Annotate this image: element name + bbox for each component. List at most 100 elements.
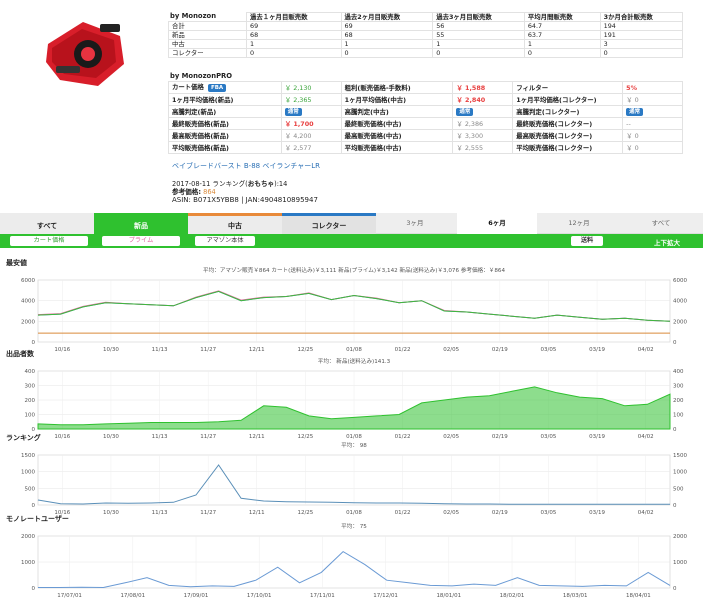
cart-price-filter[interactable]: カート価格 <box>10 236 88 246</box>
shipping-toggle[interactable]: 送料 <box>571 236 603 246</box>
pro-value: 通常 <box>452 105 514 118</box>
y-tick-label: 0 <box>32 427 36 433</box>
status-badge: 通常 <box>456 108 474 116</box>
tab-1[interactable]: 新品 <box>94 213 188 234</box>
pro-value: 通常 <box>280 105 342 118</box>
x-tick-label: 01/22 <box>395 510 411 516</box>
table-cell: 1 <box>523 39 601 49</box>
pro-label: 1ヶ月平均価格(新品) <box>168 93 282 106</box>
y-tick-label: 400 <box>673 369 684 375</box>
y-tick-label: 6000 <box>21 278 35 284</box>
x-tick-label: 03/19 <box>589 434 605 440</box>
table-cell: 194 <box>599 21 684 31</box>
product-title-link[interactable]: ベイブレードバースト B-88 ベイランチャーLR <box>172 161 320 171</box>
table-row: 合計 69 69 56 64.7 194 <box>168 21 684 31</box>
condition-tab-bar: すべて 新品 中古 コレクター 3ヶ月 6ヶ月 12ヶ月 すべて <box>0 213 703 234</box>
y-tick-label: 200 <box>673 398 684 404</box>
x-tick-label: 12/11 <box>249 510 265 516</box>
x-tick-label: 11/27 <box>200 434 216 440</box>
x-tick-label: 17/07/01 <box>57 593 82 599</box>
x-tick-label: 01/08 <box>346 434 362 440</box>
pro-label: 最終販売価格(新品) <box>168 117 282 130</box>
pro-label: 最高販売価格(中古) <box>340 129 454 142</box>
table-cell: 0 <box>340 48 434 58</box>
x-tick-label: 12/25 <box>297 510 313 516</box>
header-cell: 平均月間販売数 <box>523 12 601 22</box>
pro-value: ￥ 2,577 <box>280 141 342 154</box>
range-option[interactable]: 12ヶ月 <box>539 213 619 234</box>
range-selector: 3ヶ月 6ヶ月 12ヶ月 すべて <box>375 213 703 234</box>
x-tick-label: 11/27 <box>200 510 216 516</box>
x-tick-label: 17/10/01 <box>247 593 272 599</box>
y-tick-label: 300 <box>25 384 36 390</box>
x-tick-label: 02/05 <box>443 510 459 516</box>
y-tick-label: 500 <box>25 486 36 492</box>
chart-subtitle: 平均： 新品(送料込み)141.3 <box>318 357 391 365</box>
table-cell: 3 <box>599 39 684 49</box>
pro-label: 高騰判定(中古) <box>340 105 454 118</box>
table-cell: 56 <box>432 21 525 31</box>
table-row: 中古 1 1 1 1 3 <box>168 39 684 49</box>
table-cell: 69 <box>246 21 342 31</box>
y-tick-label: 2000 <box>21 319 35 325</box>
table-row: 高騰判定(新品) 通常 高騰判定(中古) 通常 高騰判定(コレクター) 通常 <box>168 105 683 118</box>
chart-subtitle: 平均： 75 <box>341 522 367 530</box>
amazon-filter[interactable]: アマゾン本体 <box>195 236 255 246</box>
table-cell: 0 <box>246 48 342 58</box>
tab-0[interactable]: すべて <box>0 213 94 234</box>
charts-area: 最安値平均：アマゾン販売￥864 カート(送料込み)￥3,111 新品(プライム… <box>6 258 687 599</box>
table-cell: 1 <box>246 39 342 49</box>
range-option[interactable]: 3ヶ月 <box>375 213 455 234</box>
chart-title: ランキング <box>6 433 41 442</box>
tab-3[interactable]: コレクター <box>282 213 376 234</box>
y-tick-label: 300 <box>673 384 684 390</box>
tab-2[interactable]: 中古 <box>188 213 282 234</box>
zoom-toggle[interactable]: 上下拡大 <box>654 237 680 247</box>
pro-label: 高騰判定(コレクター) <box>512 105 624 118</box>
table-cell: 191 <box>599 30 684 40</box>
y-tick-label: 100 <box>25 413 36 419</box>
y-tick-label: 6000 <box>673 278 687 284</box>
header-cell: 過去１ヶ月目販売数 <box>246 12 342 22</box>
y-tick-label: 2000 <box>673 319 687 325</box>
status-badge: 通常 <box>284 108 302 116</box>
x-tick-label: 17/08/01 <box>120 593 145 599</box>
table-cell: 1 <box>432 39 525 49</box>
table-cell: 63.7 <box>523 30 601 40</box>
range-option[interactable]: すべて <box>621 213 701 234</box>
table-cell: 55 <box>432 30 525 40</box>
x-tick-label: 11/13 <box>152 434 168 440</box>
header-cell: 過去2ヶ月目販売数 <box>340 12 434 22</box>
pro-label: カート価格 FBA <box>168 81 282 94</box>
row-label: 合計 <box>168 21 247 31</box>
x-tick-label: 03/05 <box>541 434 557 440</box>
x-tick-label: 11/13 <box>152 347 168 353</box>
table-row: コレクター 0 0 0 0 0 <box>168 48 684 58</box>
x-tick-label: 10/16 <box>54 347 70 353</box>
y-tick-label: 0 <box>673 503 677 509</box>
pro-value: ￥ 3,300 <box>452 129 514 142</box>
pro-label: 高騰判定(新品) <box>168 105 282 118</box>
row-label: コレクター <box>168 48 247 58</box>
table-cell: 0 <box>432 48 525 58</box>
y-tick-label: 1000 <box>673 560 687 566</box>
x-tick-label: 18/02/01 <box>500 593 525 599</box>
asin-jan: ASIN: B071X5YBB8 | JAN:4904810895947 <box>172 196 318 204</box>
chart-title: モノレートユーザー <box>6 514 69 523</box>
y-tick-label: 1000 <box>21 470 35 476</box>
x-tick-label: 03/19 <box>589 510 605 516</box>
x-tick-label: 03/05 <box>541 510 557 516</box>
prime-filter[interactable]: プライム <box>102 236 180 246</box>
x-tick-label: 18/01/01 <box>436 593 461 599</box>
pro-value: ￥ 0 <box>622 129 683 142</box>
y-tick-label: 2000 <box>673 534 687 540</box>
y-tick-label: 2000 <box>21 534 35 540</box>
table-row: 新品 68 68 55 63.7 191 <box>168 30 684 40</box>
pro-title: by MonozonPRO <box>170 72 233 80</box>
pro-label: 最高販売価格(新品) <box>168 129 282 142</box>
x-tick-label: 17/12/01 <box>373 593 398 599</box>
table-cell: 1 <box>340 39 434 49</box>
pro-label: 最終販売価格(コレクター) <box>512 117 624 130</box>
range-option[interactable]: 6ヶ月 <box>457 213 537 234</box>
x-tick-label: 02/05 <box>443 347 459 353</box>
